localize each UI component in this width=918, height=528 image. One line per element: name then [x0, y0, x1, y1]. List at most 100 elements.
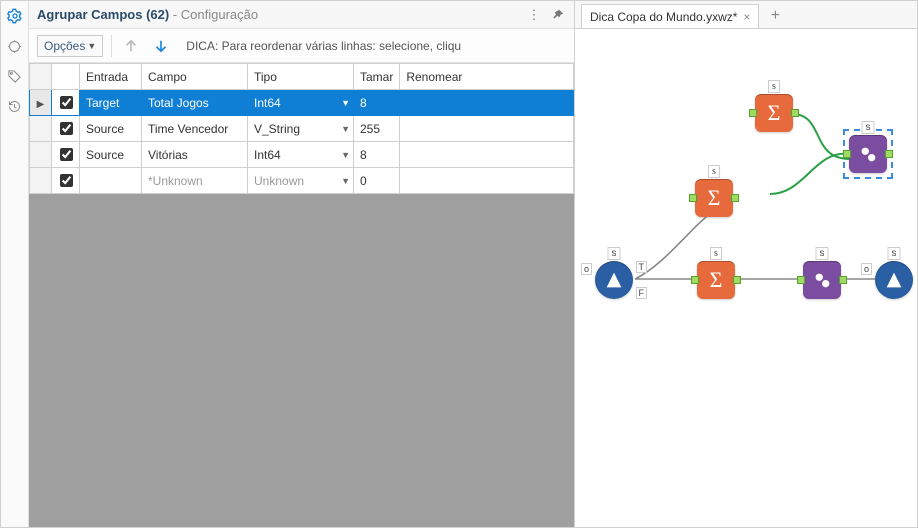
- anchor-out[interactable]: [733, 276, 741, 284]
- cell-entrada[interactable]: [80, 168, 142, 194]
- cell-tamanho[interactable]: 255: [354, 116, 400, 142]
- cell-entrada[interactable]: Source: [80, 116, 142, 142]
- cell-renomear[interactable]: [400, 168, 574, 194]
- selection-box: s: [843, 129, 893, 179]
- workflow-canvas[interactable]: s Σ s s Σ s o: [575, 29, 917, 527]
- anchor-in[interactable]: [797, 276, 805, 284]
- row-header[interactable]: [30, 168, 52, 194]
- anchor-t: T: [636, 261, 648, 273]
- row-header[interactable]: [30, 142, 52, 168]
- panel-title: Agrupar Campos (62) - Configuração: [37, 7, 258, 22]
- anchor-in[interactable]: [691, 276, 699, 284]
- cell-renomear[interactable]: [400, 116, 574, 142]
- chevron-down-icon: ▼: [87, 41, 96, 51]
- tool-anchor-label: s: [888, 247, 901, 260]
- group-fields-tool-2[interactable]: s: [803, 261, 841, 299]
- pin-icon[interactable]: [550, 7, 566, 23]
- chevron-down-icon[interactable]: ▼: [341, 98, 350, 108]
- tab-bar: Dica Copa do Mundo.yxwz* × +: [575, 1, 917, 29]
- gears-icon: [811, 269, 833, 291]
- row-checkbox[interactable]: [60, 122, 73, 135]
- anchor-out[interactable]: [731, 194, 739, 202]
- row-checkbox-cell[interactable]: [52, 116, 80, 142]
- cell-tipo[interactable]: Int64▼: [248, 142, 354, 168]
- sigma-icon: Σ: [708, 185, 721, 211]
- tool-anchor-label: s: [768, 80, 780, 93]
- grid-col-campo[interactable]: Campo: [142, 64, 248, 90]
- panel-title-sub: - Configuração: [173, 7, 258, 22]
- grid-col-renomear[interactable]: Renomear: [400, 64, 574, 90]
- chevron-down-icon[interactable]: ▼: [341, 176, 350, 186]
- table-row[interactable]: SourceVitóriasInt64▼8: [30, 142, 574, 168]
- anchor-out[interactable]: [839, 276, 847, 284]
- target-icon[interactable]: [6, 37, 24, 55]
- cell-tipo[interactable]: Unknown▼: [248, 168, 354, 194]
- anchor-in[interactable]: [843, 150, 851, 158]
- cell-campo[interactable]: Vitórias: [142, 142, 248, 168]
- field-grid[interactable]: Entrada Campo Tipo Tamar Renomear Target…: [29, 63, 574, 194]
- row-checkbox[interactable]: [60, 174, 73, 187]
- tag-icon[interactable]: [6, 67, 24, 85]
- workflow-tab-label: Dica Copa do Mundo.yxwz*: [590, 10, 737, 24]
- anchor-o: o: [581, 263, 592, 275]
- gear-icon[interactable]: [6, 7, 24, 25]
- row-checkbox[interactable]: [60, 96, 73, 109]
- anchor-in[interactable]: [689, 194, 697, 202]
- filter-tool-1[interactable]: s o T F: [595, 261, 633, 299]
- row-checkbox[interactable]: [60, 148, 73, 161]
- more-options-icon[interactable]: ⋮: [526, 7, 542, 23]
- anchor-f: F: [636, 287, 648, 299]
- panel-header: Agrupar Campos (62) - Configuração ⋮: [29, 1, 574, 29]
- cell-tamanho[interactable]: 8: [354, 142, 400, 168]
- table-row[interactable]: SourceTime VencedorV_String▼255: [30, 116, 574, 142]
- row-header[interactable]: [30, 116, 52, 142]
- cell-campo[interactable]: Total Jogos: [142, 90, 248, 116]
- anchor-out[interactable]: [885, 150, 893, 158]
- cell-renomear[interactable]: [400, 142, 574, 168]
- delta-icon: [883, 269, 905, 291]
- options-dropdown[interactable]: Opções ▼: [37, 35, 103, 57]
- move-down-button[interactable]: [150, 35, 172, 57]
- grid-col-tamanho[interactable]: Tamar: [354, 64, 400, 90]
- cell-tipo[interactable]: V_String▼: [248, 116, 354, 142]
- history-icon[interactable]: [6, 97, 24, 115]
- chevron-down-icon[interactable]: ▼: [341, 124, 350, 134]
- move-up-button[interactable]: [120, 35, 142, 57]
- table-row[interactable]: TargetTotal JogosInt64▼8: [30, 90, 574, 116]
- anchor-in[interactable]: [749, 109, 757, 117]
- filter-tool-2[interactable]: s o: [875, 261, 913, 299]
- cell-entrada[interactable]: Source: [80, 142, 142, 168]
- cell-tamanho[interactable]: 0: [354, 168, 400, 194]
- grid-col-entrada[interactable]: Entrada: [80, 64, 142, 90]
- anchor-out[interactable]: [791, 109, 799, 117]
- options-label: Opções: [44, 39, 85, 53]
- field-grid-wrap: Entrada Campo Tipo Tamar Renomear Target…: [29, 63, 574, 527]
- grid-col-check[interactable]: [52, 64, 80, 90]
- table-row[interactable]: *UnknownUnknown▼0: [30, 168, 574, 194]
- summarize-tool-3[interactable]: s Σ: [697, 261, 735, 299]
- row-checkbox-cell[interactable]: [52, 168, 80, 194]
- add-tab-button[interactable]: +: [763, 4, 787, 28]
- anchor-o: o: [861, 263, 872, 275]
- grid-col-tipo[interactable]: Tipo: [248, 64, 354, 90]
- cell-tipo[interactable]: Int64▼: [248, 90, 354, 116]
- row-header[interactable]: [30, 90, 52, 116]
- cell-entrada[interactable]: Target: [80, 90, 142, 116]
- cell-campo[interactable]: Time Vencedor: [142, 116, 248, 142]
- sigma-icon: Σ: [768, 100, 781, 126]
- row-checkbox-cell[interactable]: [52, 90, 80, 116]
- row-checkbox-cell[interactable]: [52, 142, 80, 168]
- cell-campo[interactable]: *Unknown: [142, 168, 248, 194]
- workflow-tab[interactable]: Dica Copa do Mundo.yxwz* ×: [581, 4, 759, 28]
- tool-anchor-label: s: [816, 247, 829, 260]
- grid-header-row: Entrada Campo Tipo Tamar Renomear: [30, 64, 574, 90]
- side-icon-bar: [1, 1, 29, 527]
- cell-tamanho[interactable]: 8: [354, 90, 400, 116]
- chevron-down-icon[interactable]: ▼: [341, 150, 350, 160]
- summarize-tool-2[interactable]: s Σ: [695, 179, 733, 217]
- cell-renomear[interactable]: [400, 90, 574, 116]
- tool-anchor-label: s: [710, 247, 722, 260]
- group-fields-tool-selected[interactable]: s: [849, 135, 887, 173]
- close-tab-icon[interactable]: ×: [743, 10, 750, 24]
- summarize-tool-1[interactable]: s Σ: [755, 94, 793, 132]
